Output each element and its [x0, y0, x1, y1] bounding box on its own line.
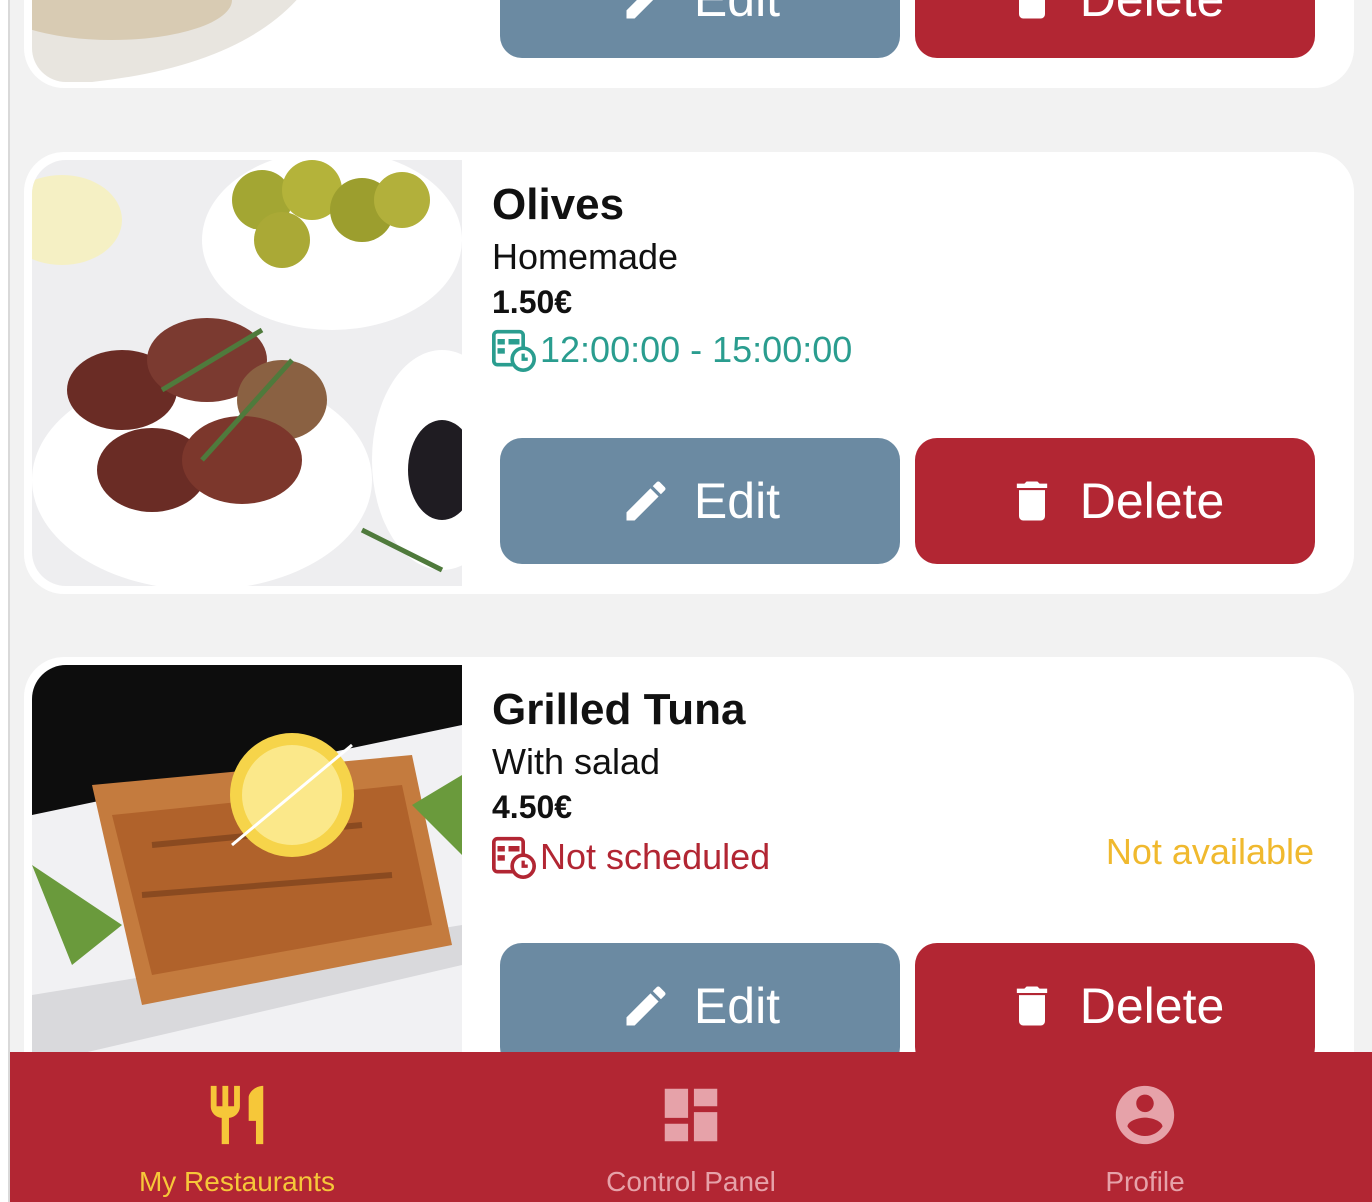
dish-price: 4.50€ [492, 789, 573, 825]
edit-button[interactable]: Edit [500, 438, 900, 564]
dashboard-icon [664, 1088, 718, 1142]
account-circle-icon [1115, 1085, 1175, 1145]
pencil-icon [626, 0, 654, 19]
trash-icon [1016, 481, 1047, 521]
schedule-text: Not scheduled [540, 836, 771, 877]
dish-name: Olives [492, 180, 625, 229]
tab-control-panel[interactable]: Control Panel [464, 1052, 918, 1202]
edit-button[interactable]: Edit [500, 943, 900, 1069]
delete-button[interactable]: Delete [915, 943, 1315, 1069]
schedule: Not scheduled [492, 835, 770, 879]
edit-label: Edit [694, 0, 780, 28]
schedule: 12:00:00 - 15:00:00 [492, 328, 852, 372]
dish-image [32, 0, 462, 82]
dish-card: Grilled Tuna With salad 4.50€ Not schedu… [24, 657, 1354, 1117]
edit-label: Edit [693, 473, 781, 529]
calendar-clock-icon [492, 329, 536, 372]
edit-button[interactable]: Edit [500, 0, 900, 58]
tab-label: Profile [1105, 1166, 1185, 1197]
dish-description: With salad [492, 741, 661, 782]
tab-label: Control Panel [606, 1166, 776, 1197]
trash-icon [1018, 0, 1045, 19]
tab-label: My Restaurants [138, 1166, 336, 1197]
delete-label: Delete [1080, 0, 1225, 28]
delete-label: Delete [1079, 978, 1225, 1034]
tab-my-restaurants[interactable]: My Restaurants [10, 1052, 464, 1202]
dish-image [32, 160, 462, 586]
dish-description: Homemade [492, 236, 679, 277]
dish-card: Edit Delete [24, 0, 1354, 88]
pencil-icon [626, 986, 666, 1026]
availability-status: Not available [1105, 831, 1314, 872]
delete-button[interactable]: Delete [915, 0, 1315, 58]
dish-name: Grilled Tuna [492, 685, 746, 734]
edit-label: Edit [693, 978, 781, 1034]
schedule-text: 12:00:00 - 15:00:00 [540, 329, 853, 370]
delete-label: Delete [1079, 473, 1225, 529]
trash-icon [1016, 986, 1047, 1026]
bottom-tab-bar: My Restaurants Control Panel Profile [10, 1052, 1372, 1202]
delete-button[interactable]: Delete [915, 438, 1315, 564]
cutlery-icon [210, 1085, 264, 1145]
dish-price: 1.50€ [492, 284, 573, 320]
dish-card: Olives Homemade 1.50€ 12:00:00 - 15:00:0… [24, 152, 1354, 594]
dish-image [32, 665, 462, 1117]
left-border [0, 0, 10, 1202]
tab-profile[interactable]: Profile [918, 1052, 1372, 1202]
calendar-clock-icon [492, 836, 536, 879]
pencil-icon [626, 481, 666, 521]
